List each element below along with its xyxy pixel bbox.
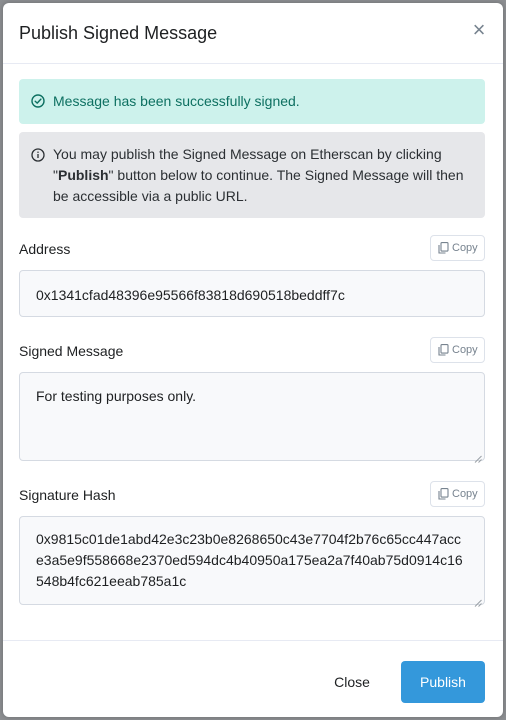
publish-signed-message-dialog: Publish Signed Message × Message has bee… (3, 3, 503, 717)
modal-header: Publish Signed Message × (3, 3, 503, 64)
info-alert: You may publish the Signed Message on Et… (19, 132, 485, 218)
close-button[interactable]: Close (319, 661, 385, 703)
success-alert: Message has been successfully signed. (19, 79, 485, 124)
info-alert-text: You may publish the Signed Message on Et… (53, 144, 473, 207)
copy-label: Copy (452, 488, 478, 500)
signed-message-label: Signed Message (19, 343, 124, 359)
modal-title: Publish Signed Message (19, 23, 218, 43)
close-icon[interactable]: × (469, 19, 489, 41)
modal-footer: Close Publish (3, 640, 503, 717)
signed-message-textarea[interactable]: For testing purposes only. (19, 372, 485, 463)
copy-label: Copy (452, 344, 478, 356)
resize-handle-icon[interactable] (474, 450, 482, 463)
address-value: 0x1341cfad48396e95566f83818d690518beddff… (36, 287, 345, 303)
signature-hash-value: 0x9815c01de1abd42e3c23b0e8268650c43e7704… (36, 531, 463, 589)
copy-icon (438, 242, 449, 254)
address-field[interactable]: 0x1341cfad48396e95566f83818d690518beddff… (19, 270, 485, 317)
success-alert-text: Message has been successfully signed. (53, 93, 300, 109)
info-circle-icon (31, 148, 45, 162)
copy-address-button[interactable]: Copy (430, 235, 485, 261)
copy-signature-hash-button[interactable]: Copy (430, 481, 485, 507)
copy-label: Copy (452, 242, 478, 254)
resize-handle-icon[interactable] (474, 594, 482, 607)
info-alert-publish-emphasis: Publish (57, 167, 109, 183)
check-circle-icon (31, 94, 45, 108)
publish-button[interactable]: Publish (401, 661, 485, 703)
info-alert-text-suffix: " button below to continue. The Signed M… (53, 167, 464, 204)
signed-message-value: For testing purposes only. (36, 388, 197, 404)
signature-hash-textarea[interactable]: 0x9815c01de1abd42e3c23b0e8268650c43e7704… (19, 516, 485, 607)
copy-signed-message-button[interactable]: Copy (430, 337, 485, 363)
copy-icon (438, 344, 449, 356)
address-label: Address (19, 241, 71, 257)
copy-icon (438, 488, 449, 500)
signature-hash-label: Signature Hash (19, 487, 116, 503)
